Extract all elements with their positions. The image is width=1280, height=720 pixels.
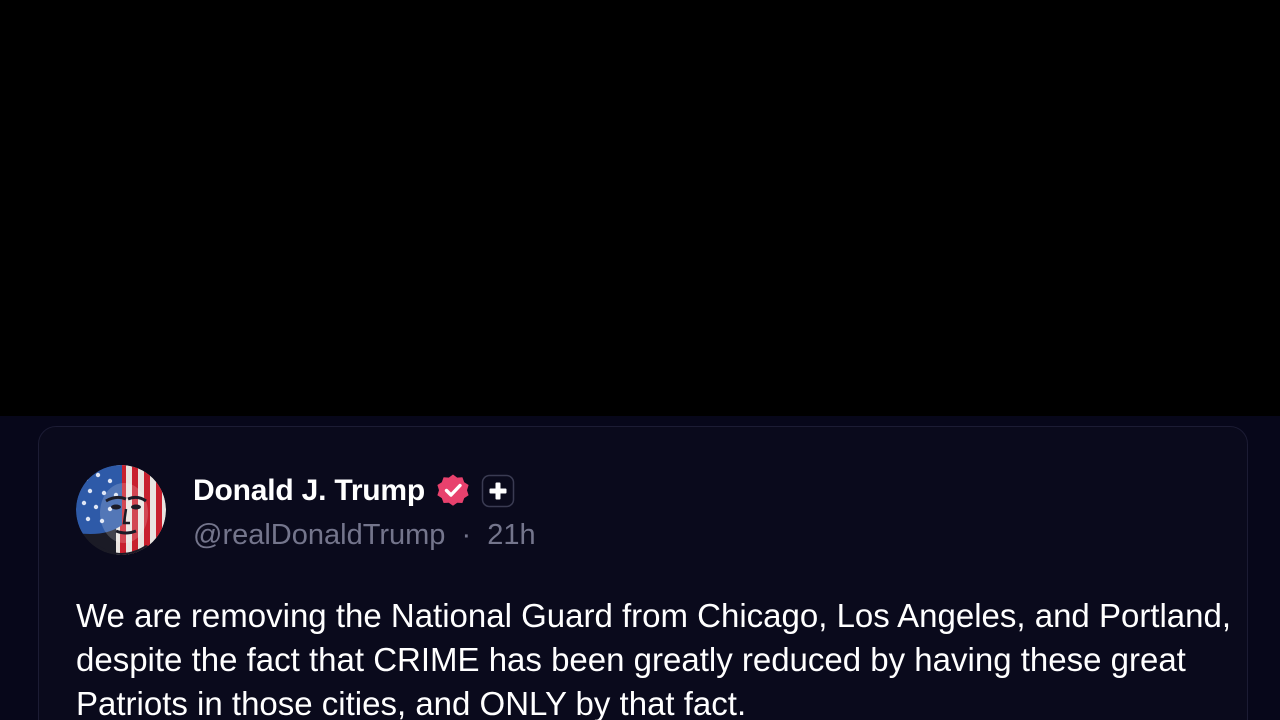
author-handle[interactable]: @realDonaldTrump	[193, 519, 445, 551]
author-row: Donald J. Trump	[193, 470, 515, 512]
meta-separator: ·	[461, 519, 472, 551]
avatar[interactable]	[76, 465, 166, 555]
verified-badge-icon	[435, 473, 471, 509]
author-name[interactable]: Donald J. Trump	[193, 474, 425, 508]
flag-portrait-avatar-icon	[76, 465, 166, 555]
post-meta: @realDonaldTrump · 21h	[193, 519, 536, 552]
post-timestamp[interactable]: 21h	[487, 519, 535, 551]
plus-icon[interactable]	[481, 474, 515, 508]
post-body-text: We are removing the National Guard from …	[76, 597, 1232, 720]
video-frame: Donald J. Trump @realDonaldTrump · 21h W…	[0, 0, 1280, 720]
video-black-area	[0, 0, 1280, 416]
